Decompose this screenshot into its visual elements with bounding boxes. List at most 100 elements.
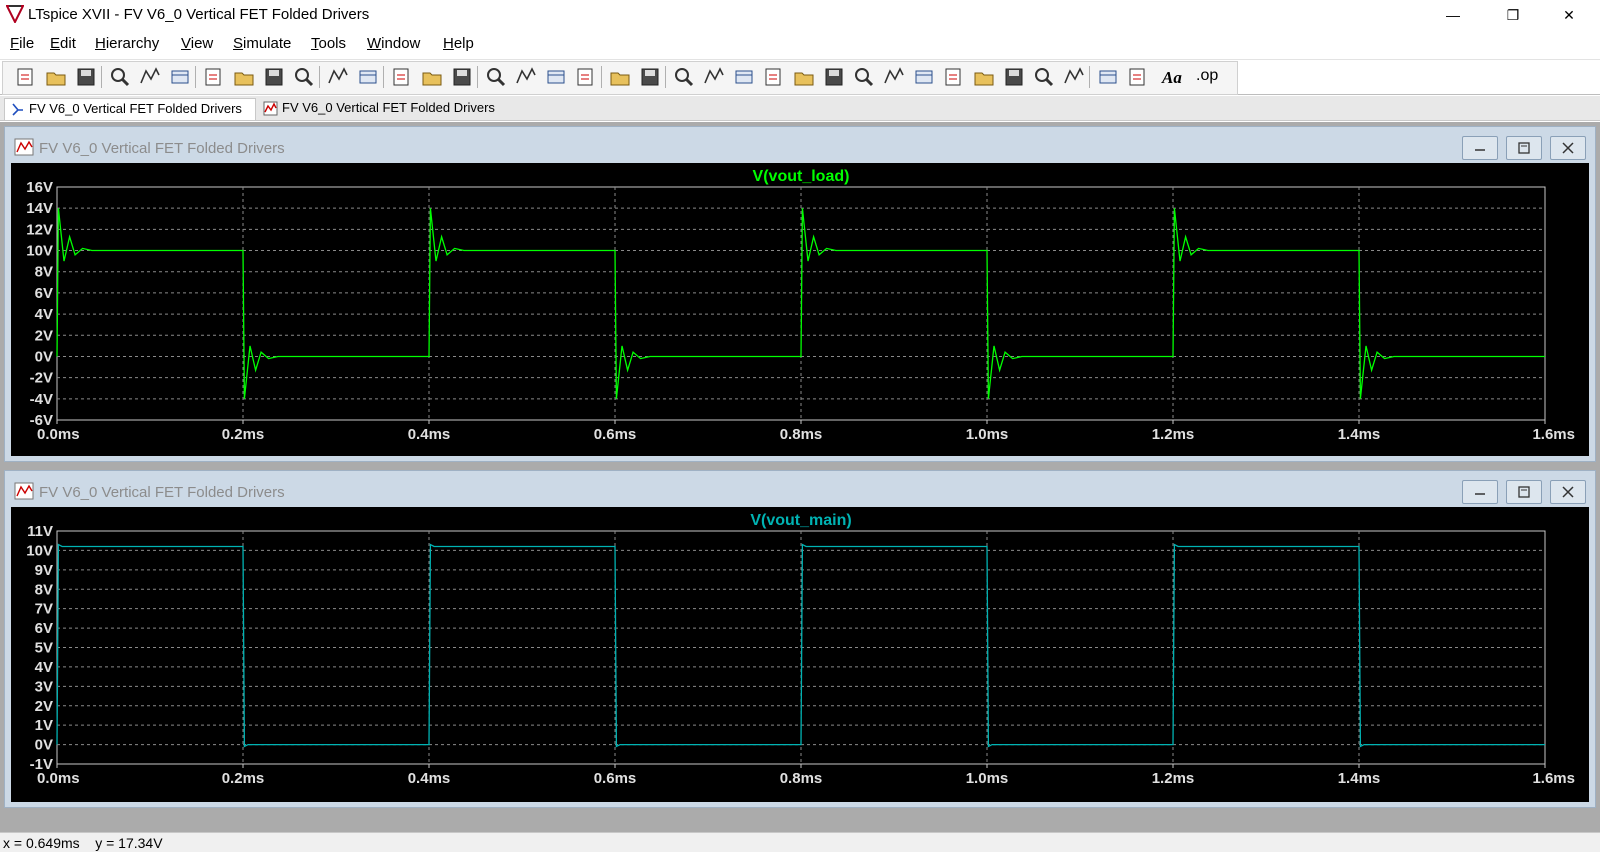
waveform-icon xyxy=(14,138,34,156)
menu-help[interactable]: Help xyxy=(443,35,474,52)
undo-button[interactable] xyxy=(972,65,996,89)
cut-button[interactable] xyxy=(484,65,508,89)
print-button[interactable] xyxy=(608,65,632,89)
chart-vout-load[interactable]: 0.0ms 0.2ms 0.4ms 0.6ms 0.8ms 1.0ms 1.2ms 1.4ms… xyxy=(11,163,1589,456)
toolbar-separator xyxy=(319,66,320,88)
halt-button[interactable] xyxy=(168,65,192,89)
plot-area[interactable]: 0.0ms 0.2ms 0.4ms 0.6ms 0.8ms 1.0ms 1.2ms 1.4ms… xyxy=(11,163,1589,456)
menu-hierarchy-label: ierarchy xyxy=(105,35,160,52)
tab-schematic[interactable]: FV V6_0 Vertical FET Folded Drivers xyxy=(4,98,256,120)
menu-view[interactable]: View xyxy=(181,35,213,52)
pane-close-button[interactable] xyxy=(1550,136,1586,160)
pane-title-bar[interactable]: FV V6_0 Vertical FET Folded Drivers xyxy=(5,471,1595,505)
y-tick-label: 14V xyxy=(26,200,53,217)
pane-minimize-button[interactable] xyxy=(1462,136,1498,160)
toolbar: Aa .op xyxy=(0,59,1600,95)
zoom-fit-button[interactable] xyxy=(292,65,316,89)
y-tick-label: 0V xyxy=(35,348,53,365)
menu-help-label: elp xyxy=(453,35,474,52)
minimize-button[interactable]: — xyxy=(1430,0,1476,30)
status-bar: x = 0.649ms y = 17.34V xyxy=(0,832,1600,852)
pane-maximize-button[interactable] xyxy=(1506,136,1542,160)
paste-button[interactable] xyxy=(544,65,568,89)
maximize-icon xyxy=(1518,486,1530,498)
pane-minimize-button[interactable] xyxy=(1462,480,1498,504)
menu-file[interactable]: File xyxy=(10,35,34,52)
chart-vout-main[interactable]: 0.0ms 0.2ms 0.4ms 0.6ms 0.8ms 1.0ms 1.2ms 1.4ms… xyxy=(11,507,1589,802)
zoom-out-button[interactable] xyxy=(262,65,286,89)
spice-directive-button[interactable]: .op xyxy=(1196,67,1220,91)
x-tick-label: 1.6ms xyxy=(1532,770,1575,787)
redo-button[interactable] xyxy=(1002,65,1026,89)
spice-directive-button[interactable] xyxy=(1126,65,1150,89)
capacitor-button[interactable] xyxy=(792,65,816,89)
zoom-pan-button[interactable] xyxy=(232,65,256,89)
menu-window[interactable]: Window xyxy=(367,35,420,52)
toolbar-separator xyxy=(601,66,602,88)
menu-hierarchy[interactable]: Hierarchy xyxy=(95,35,159,52)
x-tick-label: 1.6ms xyxy=(1532,426,1575,443)
pane-title-bar[interactable]: FV V6_0 Vertical FET Folded Drivers xyxy=(5,127,1595,161)
menu-view-label: iew xyxy=(190,35,214,52)
tab-waveform[interactable]: FV V6_0 Vertical FET Folded Drivers xyxy=(258,98,504,120)
y-tick-label: 12V xyxy=(26,221,53,238)
drag-button[interactable] xyxy=(942,65,966,89)
plot-area[interactable]: 0.0ms 0.2ms 0.4ms 0.6ms 0.8ms 1.0ms 1.2ms 1.4ms… xyxy=(11,507,1589,802)
new-schematic-button[interactable] xyxy=(14,65,38,89)
trace-label[interactable]: V(vout_load) xyxy=(753,168,850,185)
tile-horizontal-button[interactable] xyxy=(390,65,414,89)
new-schematic-icon xyxy=(17,68,33,86)
trace-label[interactable]: V(vout_main) xyxy=(750,512,851,529)
close-button[interactable]: ✕ xyxy=(1546,0,1592,30)
pane-maximize-button[interactable] xyxy=(1506,480,1542,504)
print-preview-button[interactable] xyxy=(638,65,662,89)
open-button[interactable] xyxy=(44,65,68,89)
y-tick-label: 11V xyxy=(27,523,53,540)
control-panel-button[interactable] xyxy=(108,65,132,89)
menu-tools[interactable]: Tools xyxy=(311,35,346,52)
toolbar-separator xyxy=(195,66,196,88)
label-net-button[interactable] xyxy=(732,65,756,89)
menu-simulate-label: imulate xyxy=(243,35,292,52)
close-icon xyxy=(1562,486,1574,498)
rotate-button[interactable] xyxy=(1032,65,1056,89)
restore-button[interactable]: ❐ xyxy=(1490,0,1536,30)
paste-icon xyxy=(547,70,565,84)
drag-icon xyxy=(945,68,961,86)
save-button[interactable] xyxy=(74,65,98,89)
copy-button[interactable] xyxy=(514,65,538,89)
cascade-button[interactable] xyxy=(420,65,444,89)
move-button[interactable] xyxy=(912,65,936,89)
diode-button[interactable] xyxy=(852,65,876,89)
inductor-button[interactable] xyxy=(822,65,846,89)
pane-close-button[interactable] xyxy=(1550,480,1586,504)
cascade-icon xyxy=(422,72,442,86)
mirror-button[interactable] xyxy=(1062,65,1086,89)
text-button[interactable] xyxy=(1096,65,1120,89)
y-tick-label: 7V xyxy=(35,601,53,618)
diode-icon xyxy=(855,68,874,87)
text-button[interactable]: Aa xyxy=(1162,68,1186,92)
mdi-workspace: FV V6_0 Vertical FET Folded Drivers 0.0m… xyxy=(0,122,1600,832)
tile-vertical-button[interactable] xyxy=(450,65,474,89)
waveform-pane-load: FV V6_0 Vertical FET Folded Drivers 0.0m… xyxy=(4,126,1596,462)
find-button[interactable] xyxy=(574,65,598,89)
run-button[interactable] xyxy=(138,65,162,89)
ground-button[interactable] xyxy=(702,65,726,89)
zoom-in-button[interactable] xyxy=(202,65,226,89)
zoom-pan-icon xyxy=(234,72,254,86)
print-icon xyxy=(610,72,630,86)
autorange-button[interactable] xyxy=(326,65,350,89)
draw-wire-button[interactable] xyxy=(672,65,696,89)
x-tick-label: 0.8ms xyxy=(780,770,823,787)
y-tick-label: -6V xyxy=(30,412,53,429)
menu-simulate[interactable]: Simulate xyxy=(233,35,291,52)
menu-edit[interactable]: Edit xyxy=(50,35,76,52)
x-tick-label: 1.0ms xyxy=(966,426,1009,443)
mirror-icon xyxy=(1064,67,1084,84)
toolbar-separator xyxy=(665,66,666,88)
ltspice-logo-icon xyxy=(6,5,24,23)
resistor-button[interactable] xyxy=(762,65,786,89)
component-button[interactable] xyxy=(882,65,906,89)
grid-button[interactable] xyxy=(356,65,380,89)
